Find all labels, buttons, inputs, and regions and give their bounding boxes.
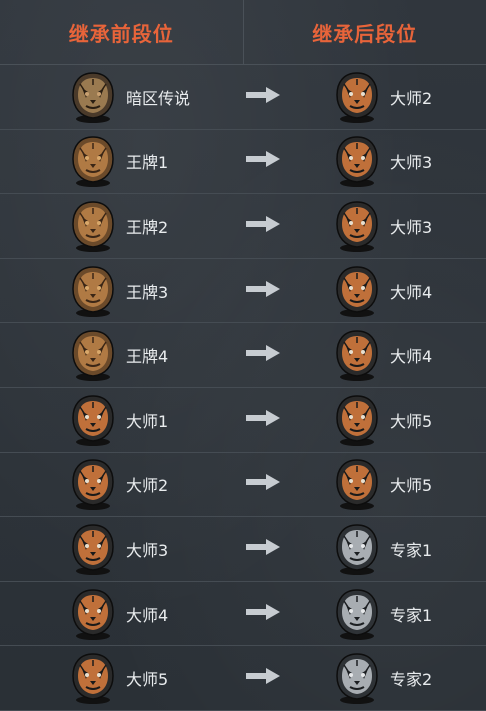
- expert-wolf-badge-icon: [330, 587, 384, 641]
- before-rank-cell: 王牌3: [66, 259, 168, 323]
- arrow-right-icon: [246, 474, 280, 494]
- after-rank-cell: 大师5: [330, 388, 432, 452]
- arrow-right-icon: [246, 87, 280, 107]
- master-tiger-badge-icon: [330, 199, 384, 253]
- table-row: 暗区传说 大师2: [0, 65, 486, 130]
- header-after-rank: 继承后段位: [243, 0, 486, 64]
- before-rank-label: 王牌1: [126, 149, 168, 173]
- arrow-right-icon: [246, 410, 280, 430]
- after-rank-label: 大师4: [390, 279, 432, 303]
- before-rank-label: 大师5: [126, 666, 168, 690]
- expert-wolf-badge-icon: [330, 651, 384, 705]
- arrow-right-icon: [246, 216, 280, 236]
- expert-wolf-badge-icon: [330, 522, 384, 576]
- after-rank-label: 大师2: [390, 85, 432, 109]
- table-row: 王牌4 大师4: [0, 323, 486, 388]
- rank-inheritance-table: 继承前段位 继承后段位 暗区传说 大师2: [0, 0, 486, 710]
- ace-lion-badge-icon: [66, 328, 120, 382]
- before-rank-cell: 王牌2: [66, 194, 168, 258]
- master-tiger-badge-icon: [330, 134, 384, 188]
- table-row: 大师5 专家2: [0, 646, 486, 711]
- master-tiger-badge-icon: [66, 522, 120, 576]
- arrow-right-icon: [246, 604, 280, 624]
- master-tiger-badge-icon: [330, 457, 384, 511]
- master-tiger-badge-icon: [330, 393, 384, 447]
- after-rank-cell: 专家1: [330, 582, 432, 646]
- after-rank-cell: 大师4: [330, 259, 432, 323]
- table-row: 大师4 专家1: [0, 582, 486, 647]
- before-rank-label: 暗区传说: [126, 85, 190, 109]
- before-rank-cell: 大师2: [66, 453, 168, 517]
- table-row: 大师1 大师5: [0, 388, 486, 453]
- ace-lion-badge-icon: [66, 264, 120, 318]
- arrow-right-icon: [246, 345, 280, 365]
- arrow-right-icon: [246, 539, 280, 559]
- before-rank-cell: 大师1: [66, 388, 168, 452]
- after-rank-label: 大师5: [390, 472, 432, 496]
- after-rank-label: 专家1: [390, 537, 432, 561]
- master-tiger-badge-icon: [330, 70, 384, 124]
- after-rank-cell: 大师4: [330, 323, 432, 387]
- before-rank-label: 大师4: [126, 602, 168, 626]
- after-rank-cell: 专家2: [330, 646, 432, 710]
- master-tiger-badge-icon: [66, 457, 120, 511]
- master-tiger-badge-icon: [330, 328, 384, 382]
- after-rank-cell: 专家1: [330, 517, 432, 581]
- before-rank-label: 王牌2: [126, 214, 168, 238]
- table-body: 暗区传说 大师2 王牌1: [0, 65, 486, 711]
- arrow-right-icon: [246, 151, 280, 171]
- master-tiger-badge-icon: [66, 393, 120, 447]
- after-rank-label: 大师3: [390, 149, 432, 173]
- before-rank-cell: 王牌1: [66, 130, 168, 194]
- after-rank-label: 专家2: [390, 666, 432, 690]
- ace-lion-badge-icon: [66, 199, 120, 253]
- table-row: 王牌1 大师3: [0, 130, 486, 195]
- master-tiger-badge-icon: [66, 587, 120, 641]
- before-rank-label: 大师2: [126, 472, 168, 496]
- header-before-rank: 继承前段位: [0, 0, 243, 64]
- after-rank-cell: 大师3: [330, 130, 432, 194]
- table-row: 大师2 大师5: [0, 453, 486, 518]
- arrow-right-icon: [246, 668, 280, 688]
- before-rank-cell: 王牌4: [66, 323, 168, 387]
- table-row: 王牌2 大师3: [0, 194, 486, 259]
- before-rank-label: 王牌3: [126, 279, 168, 303]
- table-row: 王牌3 大师4: [0, 259, 486, 324]
- before-rank-label: 大师1: [126, 408, 168, 432]
- after-rank-label: 专家1: [390, 602, 432, 626]
- before-rank-label: 大师3: [126, 537, 168, 561]
- after-rank-label: 大师4: [390, 343, 432, 367]
- after-rank-label: 大师3: [390, 214, 432, 238]
- before-rank-cell: 暗区传说: [66, 65, 190, 129]
- master-tiger-badge-icon: [66, 651, 120, 705]
- before-rank-cell: 大师5: [66, 646, 168, 710]
- ace-lion-badge-icon: [66, 134, 120, 188]
- before-rank-label: 王牌4: [126, 343, 168, 367]
- after-rank-cell: 大师5: [330, 453, 432, 517]
- arrow-right-icon: [246, 281, 280, 301]
- before-rank-cell: 大师4: [66, 582, 168, 646]
- table-row: 大师3 专家1: [0, 517, 486, 582]
- after-rank-cell: 大师2: [330, 65, 432, 129]
- table-header: 继承前段位 继承后段位: [0, 0, 486, 65]
- master-tiger-badge-icon: [330, 264, 384, 318]
- after-rank-label: 大师5: [390, 408, 432, 432]
- after-rank-cell: 大师3: [330, 194, 432, 258]
- dark-legend-lion-badge-icon: [66, 70, 120, 124]
- before-rank-cell: 大师3: [66, 517, 168, 581]
